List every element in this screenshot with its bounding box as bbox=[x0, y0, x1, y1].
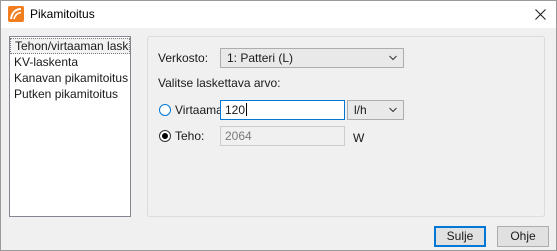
title-bar: Pikamitoitus bbox=[1, 1, 556, 28]
power-input: 2064 bbox=[220, 126, 345, 146]
flow-value: 120 bbox=[225, 103, 246, 117]
flow-input[interactable]: 120 bbox=[220, 100, 345, 120]
close-window-button[interactable] bbox=[528, 3, 552, 25]
close-button[interactable]: Sulje bbox=[434, 226, 486, 247]
text-caret bbox=[246, 103, 248, 116]
calculation-type-list: Tehon/virtaaman laskenta KV-laskenta Kan… bbox=[9, 36, 131, 217]
power-label: Teho: bbox=[175, 129, 205, 143]
flow-label: Virtaama: bbox=[175, 103, 227, 117]
flow-radio[interactable] bbox=[159, 104, 171, 116]
window-title: Pikamitoitus bbox=[30, 7, 95, 21]
close-icon bbox=[534, 8, 546, 20]
app-icon bbox=[8, 6, 24, 22]
help-button[interactable]: Ohje bbox=[497, 226, 549, 247]
radio-selected-dot bbox=[162, 133, 168, 139]
sidebar-item-power-flow[interactable]: Tehon/virtaaman laskenta bbox=[10, 38, 130, 54]
network-value: 1: Patteri (L) bbox=[227, 51, 294, 65]
sidebar-item-pipe[interactable]: Putken pikamitoitus bbox=[10, 86, 130, 102]
dialog-window: Pikamitoitus Tehon/virtaaman laskenta KV… bbox=[0, 0, 557, 251]
flow-unit-dropdown[interactable]: l/h bbox=[347, 100, 404, 120]
network-dropdown[interactable]: 1: Patteri (L) bbox=[220, 48, 404, 68]
sidebar-item-duct[interactable]: Kanavan pikamitoitus bbox=[10, 70, 130, 86]
chevron-down-icon bbox=[389, 107, 397, 113]
choose-value-label: Valitse laskettava arvo: bbox=[158, 76, 281, 90]
flow-unit-value: l/h bbox=[354, 103, 367, 117]
power-unit: W bbox=[353, 131, 365, 145]
power-radio[interactable] bbox=[159, 130, 171, 142]
calculation-panel: Verkosto: 1: Patteri (L) Valitse laskett… bbox=[147, 36, 545, 217]
power-value: 2064 bbox=[225, 129, 252, 143]
network-label: Verkosto: bbox=[158, 51, 209, 65]
sidebar-item-kv[interactable]: KV-laskenta bbox=[10, 54, 130, 70]
chevron-down-icon bbox=[389, 55, 397, 61]
